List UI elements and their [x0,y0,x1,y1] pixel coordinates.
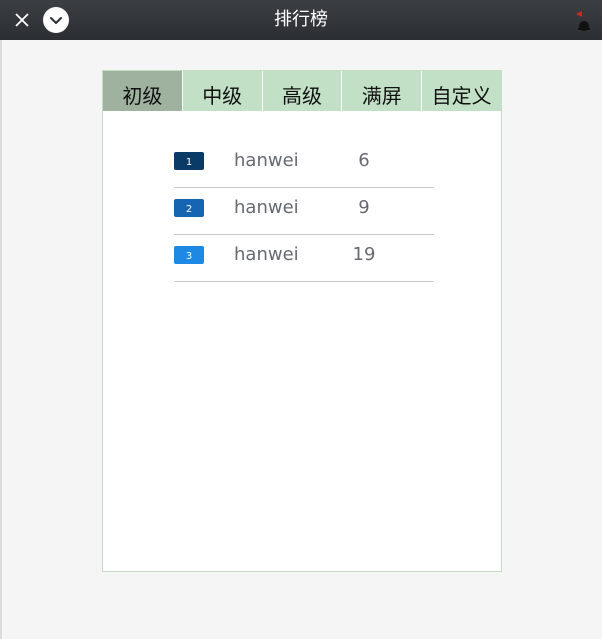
rank-badge: 1 [174,152,204,170]
list-item: 1 hanwei 6 [174,141,434,188]
player-score: 9 [358,197,370,218]
rank-badge: 2 [174,199,204,217]
player-name: hanwei [234,197,299,218]
title-bar: 排行榜 [0,0,602,40]
leaderboard-panel: 初级 中级 高级 满屏 自定义 1 hanwei 6 2 hanwei 9 3 … [102,70,502,572]
player-score: 6 [358,150,370,171]
tab-beginner[interactable]: 初级 [103,71,183,111]
list-item: 2 hanwei 9 [174,188,434,235]
tab-custom[interactable]: 自定义 [422,71,501,111]
window-edge [0,40,2,639]
list-item: 3 hanwei 19 [174,235,434,282]
tab-expert[interactable]: 高级 [262,71,343,111]
window-title: 排行榜 [274,9,328,30]
minesweeper-app-icon [576,11,590,31]
player-score: 19 [352,244,376,265]
leaderboard-list: 1 hanwei 6 2 hanwei 9 3 hanwei 19 [174,141,434,282]
rank-badge: 3 [174,246,204,264]
tab-intermediate[interactable]: 中级 [182,71,263,111]
difficulty-tabs: 初级 中级 高级 满屏 自定义 [103,71,501,111]
player-name: hanwei [234,150,299,171]
tab-fullscreen[interactable]: 满屏 [342,71,423,111]
player-name: hanwei [234,244,299,265]
